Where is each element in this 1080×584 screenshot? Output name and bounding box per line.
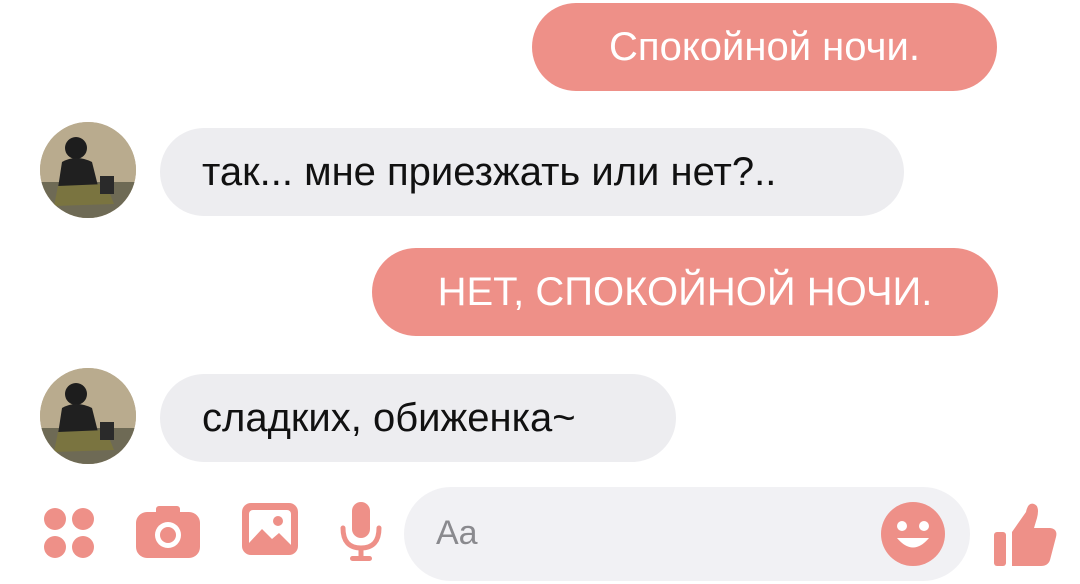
message-text: НЕТ, СПОКОЙНОЙ НОЧИ. bbox=[437, 269, 933, 314]
message-text: так... мне приезжать или нет?.. bbox=[202, 149, 777, 194]
image-icon bbox=[242, 503, 298, 555]
contact-avatar[interactable] bbox=[40, 368, 136, 464]
outgoing-message-bubble[interactable]: Спокойной ночи. bbox=[532, 3, 997, 91]
like-button[interactable] bbox=[992, 500, 1058, 575]
thumbs-up-icon bbox=[994, 503, 1057, 566]
contact-avatar[interactable] bbox=[40, 122, 136, 218]
more-actions-button[interactable] bbox=[42, 504, 98, 565]
voice-message-button[interactable] bbox=[339, 502, 383, 567]
four-dots-icon bbox=[44, 508, 94, 558]
camera-button[interactable] bbox=[136, 506, 202, 565]
incoming-message-bubble[interactable]: сладких, обиженка~ bbox=[160, 374, 676, 462]
incoming-message-bubble[interactable]: так... мне приезжать или нет?.. bbox=[160, 128, 904, 216]
gallery-button[interactable] bbox=[242, 503, 300, 562]
camera-icon bbox=[136, 506, 200, 558]
emoji-button[interactable] bbox=[880, 501, 946, 572]
avatar-photo-icon bbox=[40, 122, 136, 218]
message-text: сладких, обиженка~ bbox=[202, 395, 576, 440]
message-text: Спокойной ночи. bbox=[609, 24, 920, 69]
smiley-icon bbox=[881, 502, 945, 566]
microphone-icon bbox=[340, 502, 382, 561]
outgoing-message-bubble[interactable]: НЕТ, СПОКОЙНОЙ НОЧИ. bbox=[372, 248, 998, 336]
message-input-placeholder: Aa bbox=[436, 514, 478, 552]
message-input[interactable]: Aa bbox=[404, 487, 970, 581]
avatar-photo-icon bbox=[40, 368, 136, 464]
